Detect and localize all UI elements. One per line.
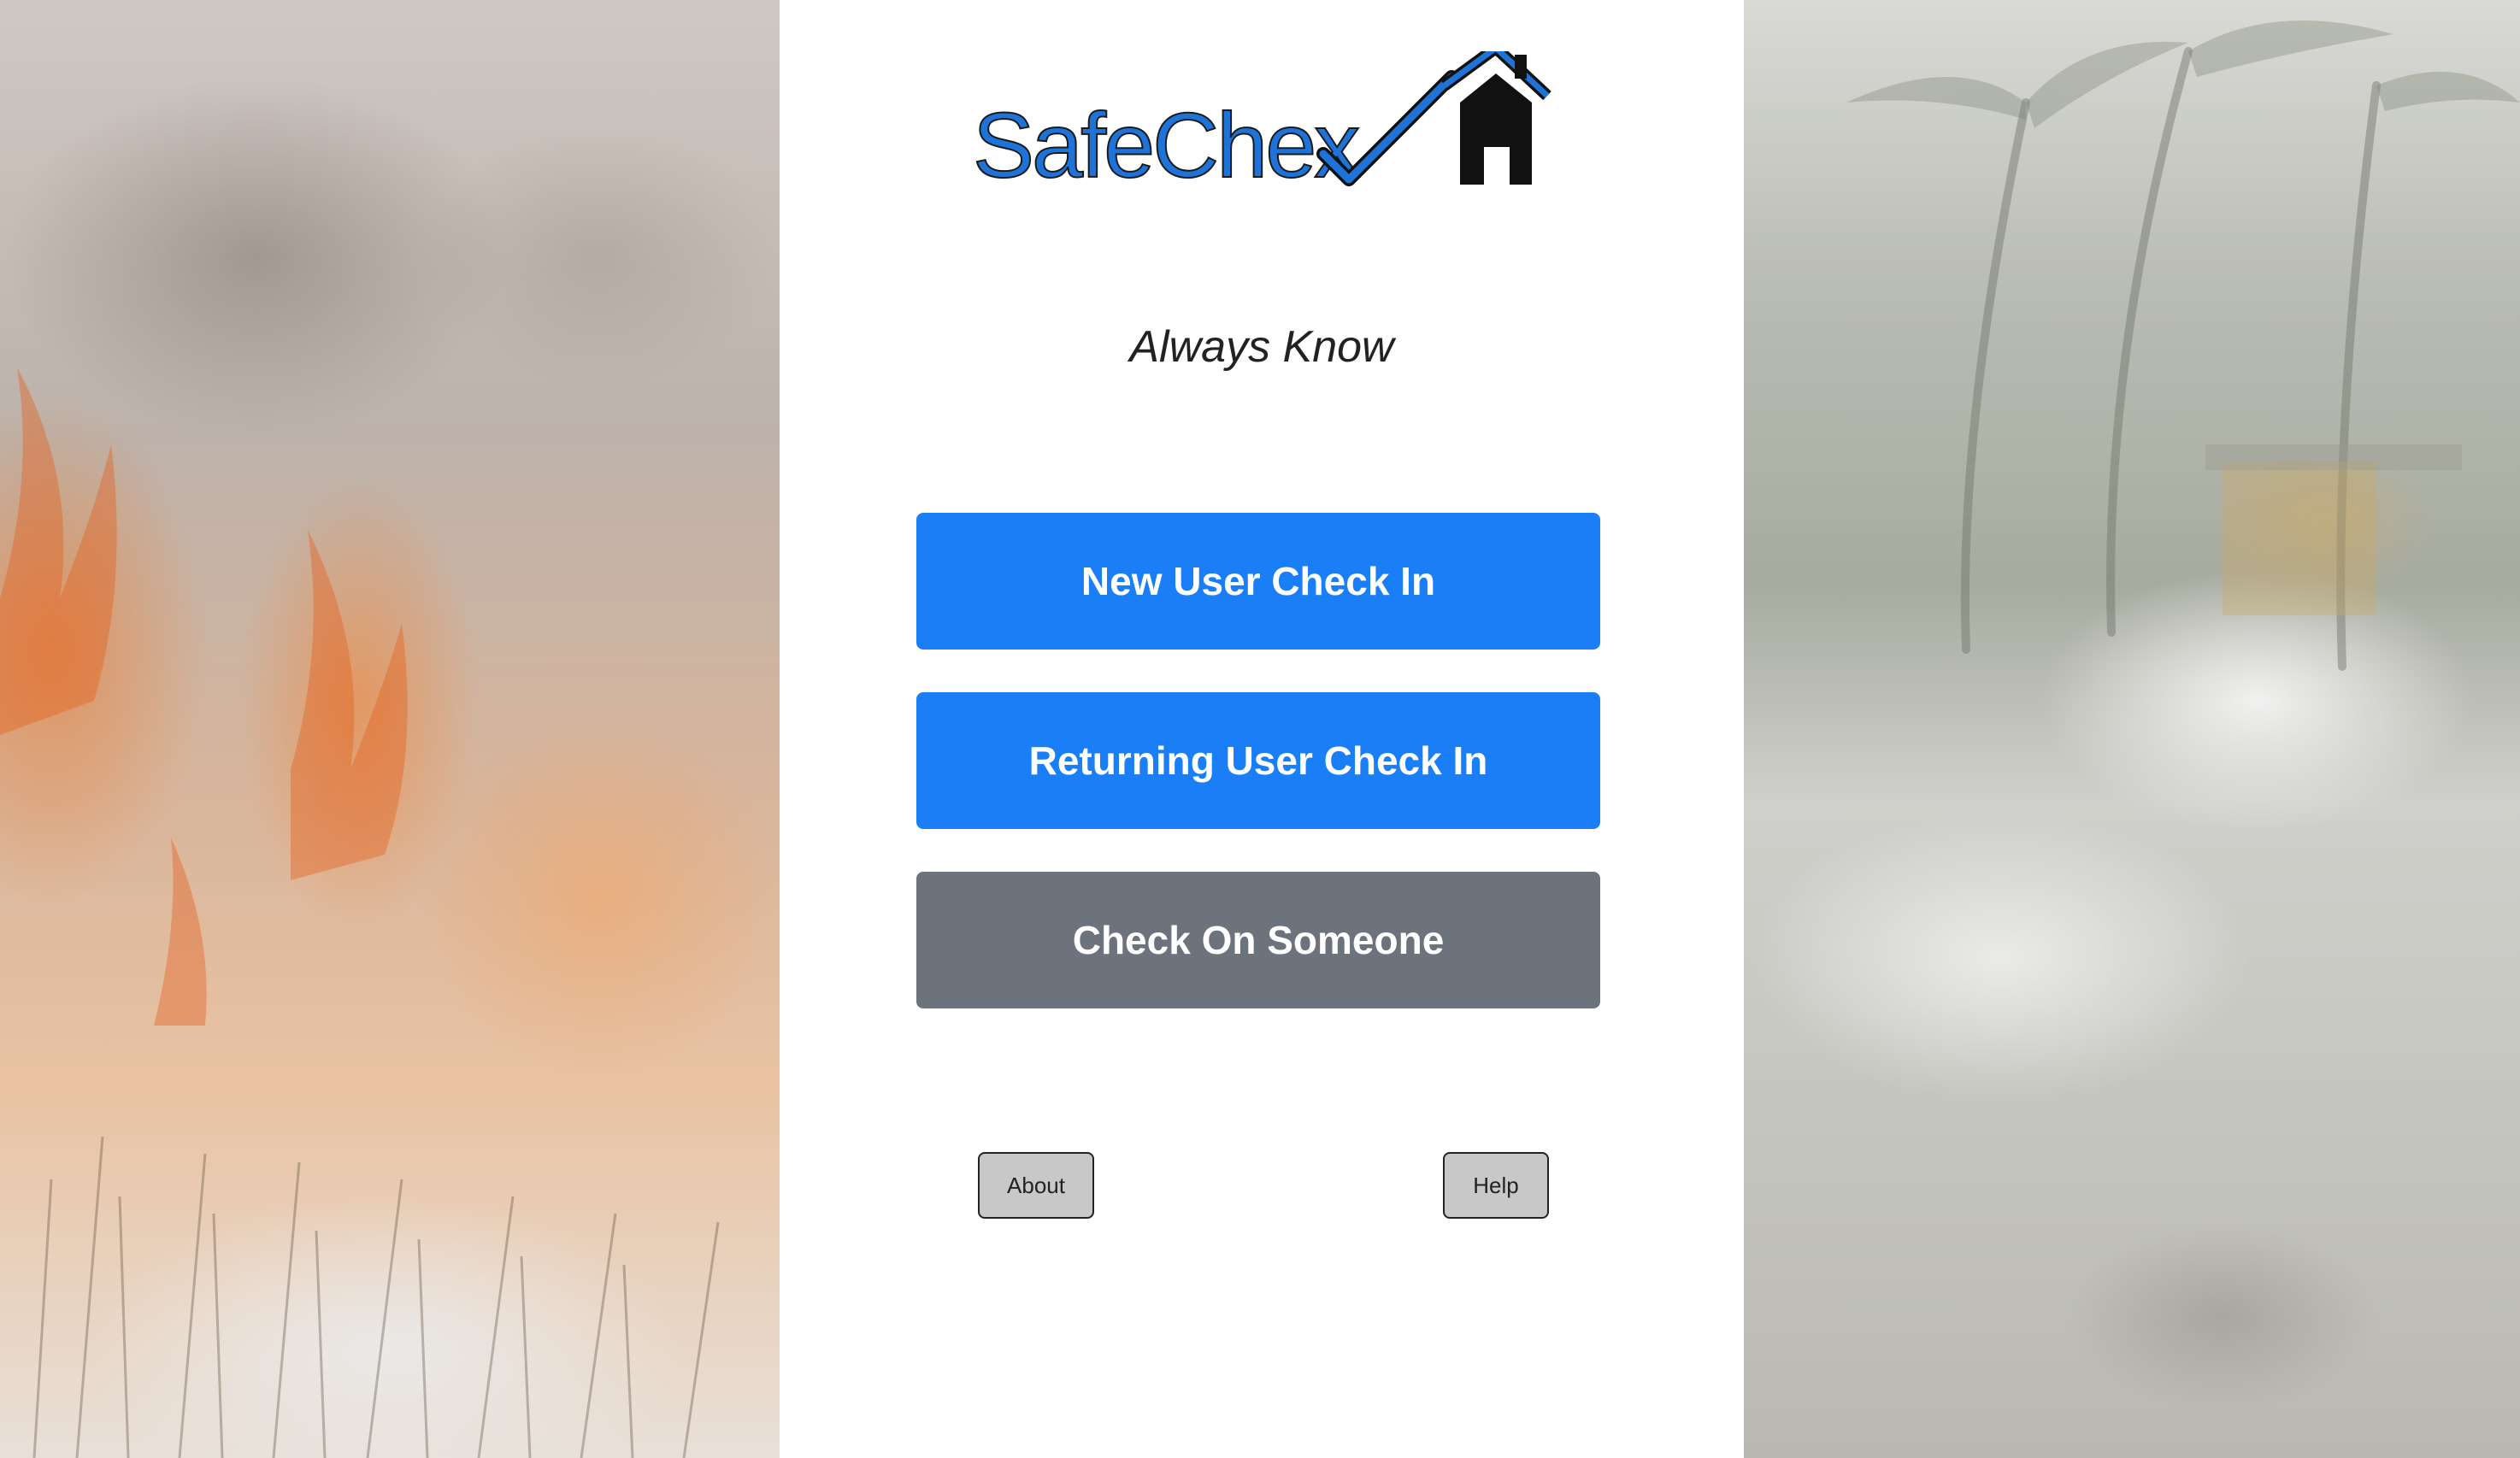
new-user-check-in-button[interactable]: New User Check In bbox=[916, 513, 1600, 650]
tagline: Always Know bbox=[1129, 322, 1394, 372]
about-button[interactable]: About bbox=[978, 1152, 1094, 1219]
safechex-logo: SafeChex bbox=[972, 51, 1554, 197]
returning-user-check-in-button[interactable]: Returning User Check In bbox=[916, 692, 1600, 829]
house-check-icon bbox=[1316, 51, 1551, 186]
main-panel: SafeChex Always Know New User Check In R… bbox=[780, 0, 1744, 1458]
hurricane-background-image bbox=[1744, 0, 2520, 1458]
help-button[interactable]: Help bbox=[1443, 1152, 1549, 1219]
check-on-someone-button[interactable]: Check On Someone bbox=[916, 872, 1600, 1008]
landing-page: SafeChex Always Know New User Check In R… bbox=[0, 0, 2520, 1458]
wildfire-background-image bbox=[0, 0, 780, 1458]
